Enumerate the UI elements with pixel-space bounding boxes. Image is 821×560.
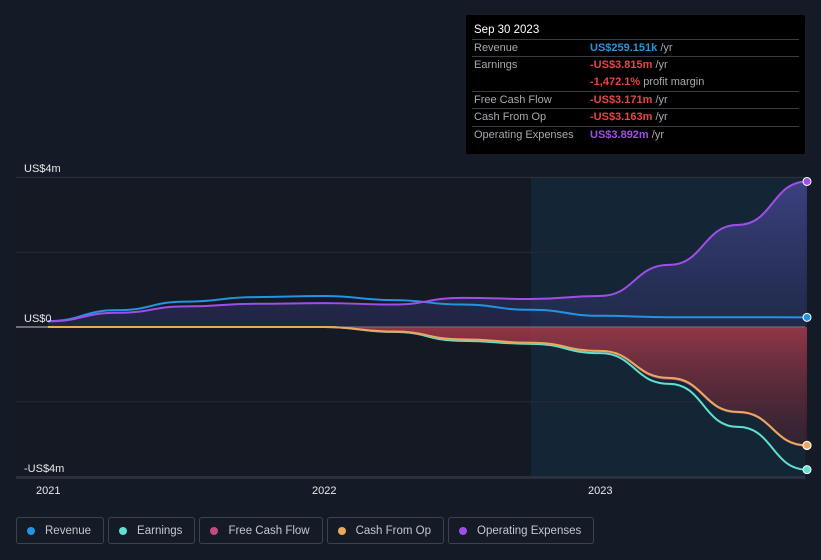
tooltip-row: Cash From Op -US$3.163m /yr <box>472 108 799 126</box>
tooltip-row: Operating Expenses US$3.892m /yr <box>472 125 799 144</box>
tooltip-value-text: -US$3.815m <box>590 59 653 72</box>
tooltip-value: -US$3.815m /yr <box>590 59 668 71</box>
tooltip-label: Revenue <box>474 42 519 54</box>
tooltip-unit: profit margin <box>643 75 705 88</box>
tooltip-unit: /yr <box>655 111 668 124</box>
tooltip-value-text: -1,472.1% <box>590 75 641 88</box>
x-tick-label: 2023 <box>588 485 613 497</box>
legend-dot-icon <box>459 526 468 535</box>
tooltip-value: US$259.151k /yr <box>590 42 673 54</box>
legend-label: Earnings <box>137 524 183 537</box>
tooltip-row: Earnings -US$3.815m /yr <box>472 56 799 74</box>
tooltip-row: Revenue US$259.151k /yr <box>472 39 799 57</box>
legend-dot-icon <box>337 526 346 535</box>
tooltip-label: Operating Expenses <box>474 128 574 141</box>
operating-expenses-end-point <box>802 176 812 186</box>
legend-item-free-cash-flow[interactable]: Free Cash Flow <box>199 517 323 544</box>
tooltip-value-text: US$259.151k <box>590 42 658 54</box>
tooltip-date: Sep 30 2023 <box>474 24 540 36</box>
tooltip-label: Cash From Op <box>474 111 547 124</box>
legend-dot-icon <box>119 526 128 535</box>
tooltip-unit: /yr <box>660 42 673 54</box>
y-tick-label: US$0 <box>24 313 52 325</box>
legend-item-operating-expenses[interactable]: Operating Expenses <box>448 517 595 544</box>
tooltip-value-text: -US$3.163m <box>590 111 653 124</box>
tooltip-unit: /yr <box>651 128 665 141</box>
legend-label: Operating Expenses <box>477 524 582 537</box>
tooltip-value-text: -US$3.171m <box>590 93 653 106</box>
legend-label: Revenue <box>45 524 92 537</box>
tooltip-value: US$3.892m /yr <box>590 129 664 141</box>
legend-item-revenue[interactable]: Revenue <box>16 517 105 544</box>
tooltip-value: -1,472.1% profit margin <box>590 76 704 88</box>
y-tick-label: US$4m <box>24 163 61 176</box>
tooltip-unit: /yr <box>655 93 668 106</box>
tooltip-value: -US$3.171m /yr <box>590 94 668 106</box>
legend: Revenue Earnings Free Cash Flow Cash From O… <box>16 517 595 544</box>
legend-item-earnings[interactable]: Earnings <box>108 517 196 544</box>
y-tick-label: -US$4m <box>24 462 65 475</box>
tooltip-label: Earnings <box>474 59 518 72</box>
legend-item-cash-from-op[interactable]: Cash From Op <box>326 517 445 544</box>
tooltip-unit: /yr <box>655 59 668 72</box>
cash-from-op-end-point <box>802 440 812 450</box>
tooltip-value: -US$3.163m /yr <box>590 111 668 123</box>
revenue-end-point <box>802 312 812 322</box>
legend-label: Cash From Op <box>355 524 432 537</box>
x-tick-label: 2021 <box>36 485 61 497</box>
tooltip-row: Free Cash Flow -US$3.171m /yr <box>472 90 799 109</box>
earnings-end-point <box>802 465 812 475</box>
tooltip-label: Free Cash Flow <box>474 93 552 106</box>
tooltip-value-text: US$3.892m <box>590 128 649 141</box>
tooltip-row: -1,472.1% profit margin <box>472 74 799 91</box>
tooltip: Sep 30 2023 Revenue US$259.151k /yr Earnin… <box>466 15 805 154</box>
legend-dot-icon <box>27 526 35 535</box>
legend-label: Free Cash Flow <box>228 524 310 537</box>
x-tick-label: 2022 <box>312 485 337 497</box>
legend-dot-icon <box>210 526 219 535</box>
